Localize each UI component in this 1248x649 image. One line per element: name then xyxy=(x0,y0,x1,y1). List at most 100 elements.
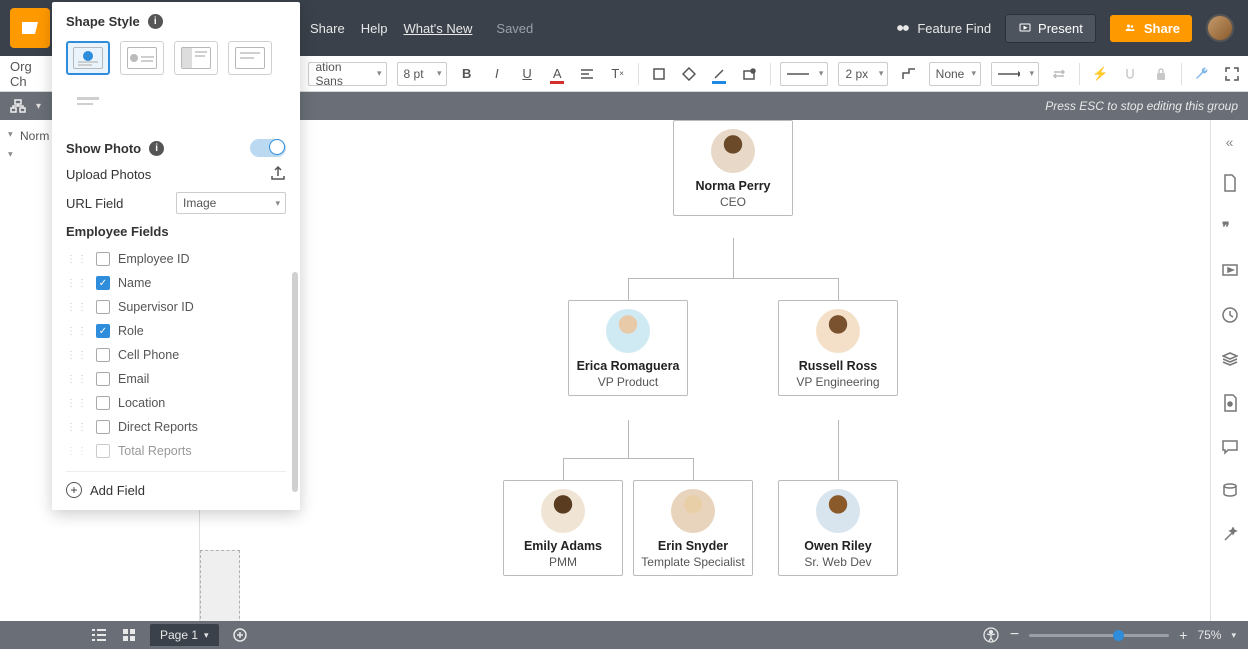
menu-whats-new[interactable]: What's New xyxy=(403,21,472,36)
style-option-3[interactable] xyxy=(174,41,218,75)
grid-view-icon[interactable] xyxy=(120,626,138,644)
field-checkbox[interactable] xyxy=(96,348,110,362)
org-node-vp-product[interactable]: Erica Romaguera VP Product xyxy=(568,300,688,396)
wrench-icon[interactable] xyxy=(1192,63,1212,85)
org-node-vp-eng[interactable]: Russell Ross VP Engineering xyxy=(778,300,898,396)
field-checkbox[interactable] xyxy=(96,444,110,458)
feature-find[interactable]: Feature Find xyxy=(895,21,991,36)
url-field-select[interactable]: Image xyxy=(176,192,286,214)
drag-handle-icon[interactable]: ⋮⋮ xyxy=(66,302,88,313)
line-width-select[interactable]: 2 px xyxy=(838,62,888,86)
line-style-select[interactable] xyxy=(780,62,828,86)
magnet-icon[interactable] xyxy=(1120,63,1140,85)
hierarchy-icon[interactable] xyxy=(8,96,28,116)
org-node-pmm[interactable]: Emily Adams PMM xyxy=(503,480,623,576)
zoom-out-button[interactable]: − xyxy=(1010,626,1019,644)
panel-scrollbar[interactable] xyxy=(292,272,298,492)
menu-help[interactable]: Help xyxy=(361,21,388,36)
document-icon[interactable] xyxy=(1219,172,1241,194)
arrow-start-select[interactable]: None xyxy=(929,62,981,86)
style-option-2[interactable] xyxy=(120,41,164,75)
comments-icon[interactable] xyxy=(1219,436,1241,458)
page-tab[interactable]: Page 1 ▾ xyxy=(150,624,219,646)
field-row[interactable]: ⋮⋮Location xyxy=(66,391,286,415)
drag-handle-icon[interactable]: ⋮⋮ xyxy=(66,278,88,289)
field-row[interactable]: ⋮⋮Employee ID xyxy=(66,247,286,271)
accessibility-icon[interactable] xyxy=(982,626,1000,644)
field-checkbox[interactable] xyxy=(96,396,110,410)
drag-handle-icon[interactable]: ⋮⋮ xyxy=(66,446,88,457)
org-node-ceo[interactable]: Norma Perry CEO xyxy=(673,120,793,216)
style-option-5[interactable] xyxy=(66,85,110,119)
data-icon[interactable] xyxy=(1219,480,1241,502)
drag-handle-icon[interactable]: ⋮⋮ xyxy=(66,422,88,433)
field-row[interactable]: ⋮⋮✓Name xyxy=(66,271,286,295)
style-option-1[interactable] xyxy=(66,41,110,75)
chevron-down-icon[interactable]: ▾ xyxy=(1231,630,1236,641)
fill-color-button[interactable] xyxy=(649,63,669,85)
canvas[interactable]: Norma Perry CEO Erica Romaguera VP Produ… xyxy=(200,120,1210,621)
style-option-4[interactable] xyxy=(228,41,272,75)
quote-icon[interactable]: ❞ xyxy=(1219,216,1241,238)
zoom-in-button[interactable]: + xyxy=(1179,627,1187,643)
drag-handle-icon[interactable]: ⋮⋮ xyxy=(66,374,88,385)
app-logo[interactable] xyxy=(10,8,50,48)
info-icon[interactable]: i xyxy=(148,14,163,29)
layers-icon[interactable] xyxy=(1219,348,1241,370)
field-row[interactable]: ⋮⋮Supervisor ID xyxy=(66,295,286,319)
zoom-value[interactable]: 75% xyxy=(1197,628,1221,642)
swap-ends-button[interactable] xyxy=(1049,63,1069,85)
present-button[interactable]: Present xyxy=(1005,14,1096,43)
field-checkbox[interactable] xyxy=(96,300,110,314)
field-row[interactable]: ⋮⋮Direct Reports xyxy=(66,415,286,439)
field-row[interactable]: ⋮⋮Email xyxy=(66,367,286,391)
line-routing-button[interactable] xyxy=(898,63,918,85)
zoom-slider[interactable] xyxy=(1029,634,1169,637)
field-checkbox[interactable]: ✓ xyxy=(96,276,110,290)
field-checkbox[interactable]: ✓ xyxy=(96,324,110,338)
underline-button[interactable]: U xyxy=(517,63,537,85)
info-icon[interactable]: i xyxy=(149,141,164,156)
italic-button[interactable]: I xyxy=(487,63,507,85)
collapse-rail-button[interactable]: « xyxy=(1226,134,1234,150)
clear-format-button[interactable]: T× xyxy=(608,63,628,85)
arrow-end-select[interactable] xyxy=(991,62,1039,86)
align-button[interactable] xyxy=(577,63,597,85)
dropdown-caret-icon[interactable]: ▾ xyxy=(36,101,41,112)
flash-icon[interactable]: ⚡ xyxy=(1090,63,1110,85)
text-color-button[interactable]: A xyxy=(547,63,567,85)
menu-share[interactable]: Share xyxy=(310,21,345,36)
magic-icon[interactable] xyxy=(1219,524,1241,546)
field-checkbox[interactable] xyxy=(96,372,110,386)
field-row[interactable]: ⋮⋮Total Reports xyxy=(66,439,286,463)
share-button[interactable]: Share xyxy=(1110,15,1192,42)
history-icon[interactable] xyxy=(1219,304,1241,326)
field-checkbox[interactable] xyxy=(96,252,110,266)
show-photo-toggle[interactable] xyxy=(250,139,286,157)
add-field-button[interactable]: + Add Field xyxy=(66,471,286,500)
upload-icon[interactable] xyxy=(270,165,286,184)
drag-handle-icon[interactable]: ⋮⋮ xyxy=(66,254,88,265)
doc-title[interactable]: Org Ch xyxy=(10,59,48,89)
org-node-template[interactable]: Erin Snyder Template Specialist xyxy=(633,480,753,576)
user-avatar[interactable] xyxy=(1206,14,1234,42)
drag-handle-icon[interactable]: ⋮⋮ xyxy=(66,398,88,409)
page-icon[interactable] xyxy=(1219,392,1241,414)
add-page-button[interactable] xyxy=(231,626,249,644)
lock-icon[interactable] xyxy=(1151,63,1171,85)
line-color-button[interactable] xyxy=(709,63,729,85)
drag-handle-icon[interactable]: ⋮⋮ xyxy=(66,350,88,361)
presentation-icon[interactable] xyxy=(1219,260,1241,282)
field-row[interactable]: ⋮⋮Cell Phone xyxy=(66,343,286,367)
bold-button[interactable]: B xyxy=(457,63,477,85)
font-family-select[interactable]: ation Sans xyxy=(308,62,386,86)
shape-settings-button[interactable] xyxy=(739,63,759,85)
org-node-webdev[interactable]: Owen Riley Sr. Web Dev xyxy=(778,480,898,576)
font-size-select[interactable]: 8 pt xyxy=(397,62,447,86)
list-view-icon[interactable] xyxy=(90,626,108,644)
field-row[interactable]: ⋮⋮✓Role xyxy=(66,319,286,343)
field-checkbox[interactable] xyxy=(96,420,110,434)
drag-handle-icon[interactable]: ⋮⋮ xyxy=(66,326,88,337)
fullscreen-button[interactable] xyxy=(1222,63,1242,85)
border-color-button[interactable] xyxy=(679,63,699,85)
